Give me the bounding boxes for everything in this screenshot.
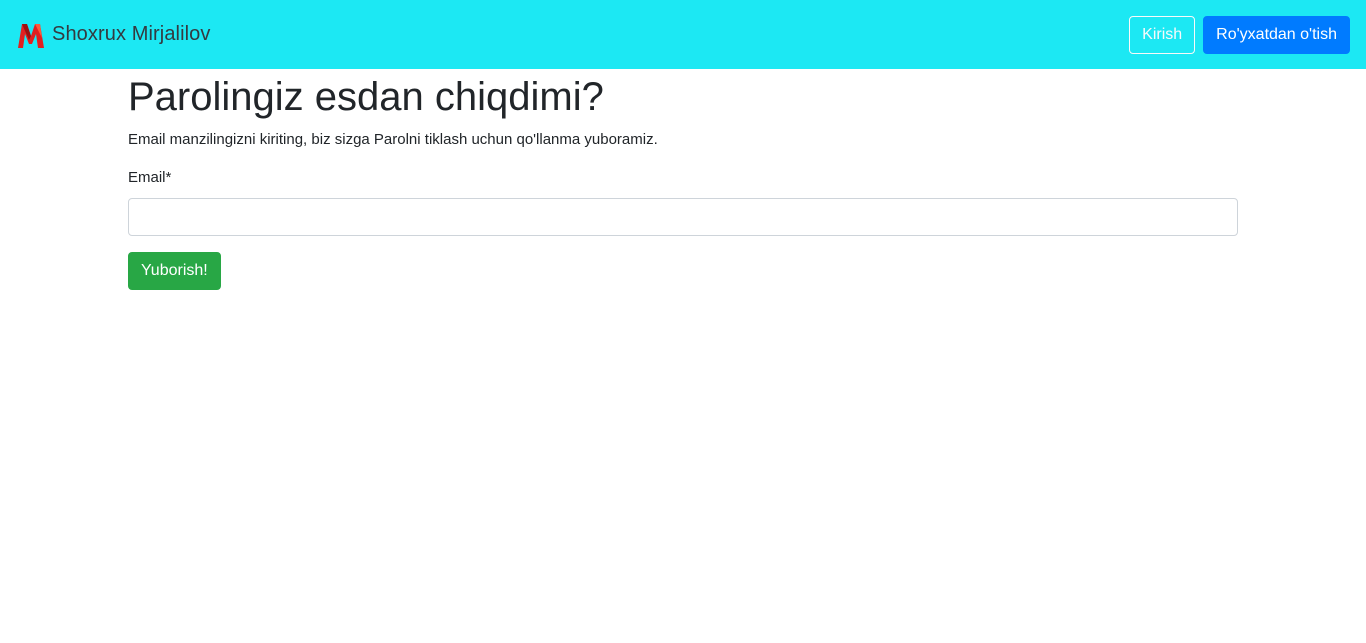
brand-link[interactable]: Shoxrux Mirjalilov (16, 20, 211, 50)
page-description: Email manzilingizni kiriting, biz sizga … (128, 131, 658, 148)
navbar: Shoxrux Mirjalilov Kirish Ro'yxatdan o't… (0, 0, 1366, 69)
brand-name: Shoxrux Mirjalilov (52, 23, 211, 45)
email-label: Email* (128, 169, 172, 186)
email-input[interactable] (128, 198, 1238, 236)
submit-button[interactable]: Yuborish! (128, 252, 221, 290)
nav-actions: Kirish Ro'yxatdan o'tish (1129, 15, 1350, 54)
page-title: Parolingiz esdan chiqdimi? (128, 75, 604, 119)
register-button[interactable]: Ro'yxatdan o'tish (1203, 15, 1350, 54)
main-content: Parolingiz esdan chiqdimi? Email manzili… (128, 69, 1238, 290)
login-button[interactable]: Kirish (1129, 15, 1196, 54)
password-reset-form: Email* Yuborish! (128, 167, 1238, 290)
m-letter-logo-icon (16, 20, 46, 50)
